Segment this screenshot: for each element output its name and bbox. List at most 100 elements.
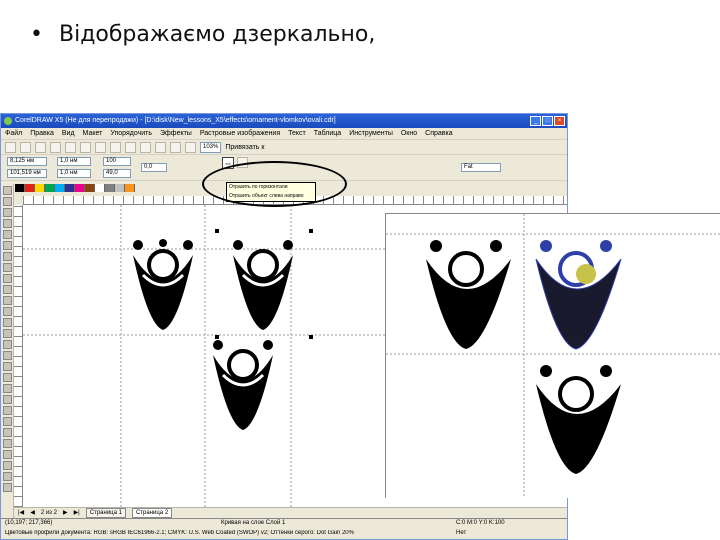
page-counter: 2 из 2 xyxy=(40,510,57,516)
menu-item-view[interactable]: Вид xyxy=(62,128,75,139)
smart-fill-icon[interactable] xyxy=(3,241,12,250)
menu-item-text[interactable]: Текст xyxy=(288,128,306,139)
new-document-icon[interactable] xyxy=(5,141,16,153)
eyedropper-tool-icon[interactable] xyxy=(3,351,12,360)
palette-swatch[interactable] xyxy=(85,184,95,192)
tab-page-1[interactable]: Страница 1 xyxy=(85,508,126,518)
page-navigator: |◀ ◀ 2 из 2 ▶ ▶| Страница 1 Страница 2 xyxy=(14,507,567,518)
x-position-field[interactable]: 8,125 нм xyxy=(7,157,47,166)
menu-item-help[interactable]: Справка xyxy=(425,128,452,139)
welcome-screen-icon[interactable] xyxy=(185,141,196,153)
scale-x-field[interactable]: 100 xyxy=(103,157,131,166)
distort-tool-icon[interactable] xyxy=(3,472,12,481)
palette-swatch[interactable] xyxy=(55,184,65,192)
freehand-tool-icon[interactable] xyxy=(3,230,12,239)
contour-tool-icon[interactable] xyxy=(3,428,12,437)
zoom-tool-icon[interactable] xyxy=(3,219,12,228)
palette-swatch[interactable] xyxy=(25,184,35,192)
dimension-tool-icon[interactable] xyxy=(3,318,12,327)
envelope-tool-icon[interactable] xyxy=(3,439,12,448)
ornament-2[interactable] xyxy=(215,229,313,339)
print-icon[interactable] xyxy=(50,141,61,153)
maximize-icon[interactable]: □ xyxy=(542,116,553,126)
width-field[interactable]: 1,0 нм xyxy=(57,157,91,166)
menu-item-tools[interactable]: Инструменты xyxy=(349,128,393,139)
menu-item-file[interactable]: Файл xyxy=(5,128,22,139)
menu-item-arrange[interactable]: Упорядочить xyxy=(110,128,152,139)
palette-swatch[interactable] xyxy=(105,184,115,192)
menu-item-table[interactable]: Таблица xyxy=(314,128,341,139)
palette-swatch[interactable] xyxy=(95,184,105,192)
next-page-icon[interactable]: ▶ xyxy=(63,508,68,518)
window-titlebar: CorelDRAW X5 (Не для перепродажи) - [D:\… xyxy=(1,114,567,128)
menu-item-layout[interactable]: Макет xyxy=(83,128,103,139)
text-tool-icon[interactable] xyxy=(3,296,12,305)
outline-tool-icon[interactable] xyxy=(3,362,12,371)
menu-item-window[interactable]: Окно xyxy=(401,128,417,139)
palette-swatch[interactable] xyxy=(65,184,75,192)
menu-bar: Файл Правка Вид Макет Упорядочить Эффект… xyxy=(1,128,567,140)
import-icon[interactable] xyxy=(140,141,151,153)
crop-tool-icon[interactable] xyxy=(3,208,12,217)
open-folder-icon[interactable] xyxy=(20,141,31,153)
last-page-icon[interactable]: ▶| xyxy=(74,508,80,518)
palette-swatch[interactable] xyxy=(75,184,85,192)
ornament-1[interactable] xyxy=(133,239,193,330)
artistic-media-icon[interactable] xyxy=(3,406,12,415)
menu-item-effects[interactable]: Эффекты xyxy=(160,128,192,139)
app-launcher-icon[interactable] xyxy=(170,141,181,153)
export-icon[interactable] xyxy=(155,141,166,153)
table-tool-icon[interactable] xyxy=(3,307,12,316)
palette-swatch[interactable] xyxy=(15,184,25,192)
vertical-ruler[interactable] xyxy=(14,205,23,507)
ornament-3[interactable] xyxy=(213,340,273,430)
window-controls: _ □ × xyxy=(530,116,565,126)
minimize-icon[interactable]: _ xyxy=(530,116,541,126)
ornament-original-right xyxy=(426,240,511,349)
copy-icon[interactable] xyxy=(80,141,91,153)
zoom-level-select[interactable]: 103% xyxy=(200,141,222,153)
interactive-fill-icon[interactable] xyxy=(3,384,12,393)
transparency-tool-icon[interactable] xyxy=(3,417,12,426)
paste-icon[interactable] xyxy=(95,141,106,153)
rotation-angle-field[interactable]: 0,0 xyxy=(141,163,167,172)
fill-tool-icon[interactable] xyxy=(3,373,12,382)
snap-to-label[interactable]: Привязать к xyxy=(225,144,264,151)
palette-swatch[interactable] xyxy=(35,184,45,192)
first-page-icon[interactable]: |◀ xyxy=(18,508,24,518)
connector-tool-icon[interactable] xyxy=(3,329,12,338)
save-icon[interactable] xyxy=(35,141,46,153)
tab-page-2[interactable]: Страница 2 xyxy=(131,508,173,518)
redo-icon[interactable] xyxy=(125,141,136,153)
slide-bullet-line: • Відображаємо дзеркально, xyxy=(30,22,375,47)
basic-shapes-icon[interactable] xyxy=(3,285,12,294)
font-select[interactable]: Fat xyxy=(461,163,501,172)
rectangle-tool-icon[interactable] xyxy=(3,252,12,261)
palette-swatch[interactable] xyxy=(45,184,55,192)
slide-bullet-text: Відображаємо дзеркально, xyxy=(58,22,376,47)
prev-page-icon[interactable]: ◀ xyxy=(30,508,35,518)
mesh-fill-icon[interactable] xyxy=(3,483,12,492)
pick-tool-icon[interactable] xyxy=(3,186,12,195)
height-field[interactable]: 1,0 нм xyxy=(57,169,91,178)
shape-tool-icon[interactable] xyxy=(3,197,12,206)
coreldraw-app-icon xyxy=(4,117,12,125)
blend-tool-icon[interactable] xyxy=(3,340,12,349)
menu-item-edit[interactable]: Правка xyxy=(30,128,54,139)
ellipse-tool-icon[interactable] xyxy=(3,263,12,272)
outline-info: Нет xyxy=(456,530,467,536)
menu-item-bitmaps[interactable]: Растровые изображения xyxy=(200,128,280,139)
toolbox xyxy=(1,184,14,524)
scale-y-field[interactable]: 49,0 xyxy=(103,169,131,178)
undo-icon[interactable] xyxy=(110,141,121,153)
extrude-tool-icon[interactable] xyxy=(3,450,12,459)
polygon-tool-icon[interactable] xyxy=(3,274,12,283)
shadow-tool-icon[interactable] xyxy=(3,461,12,470)
palette-swatch[interactable] xyxy=(115,184,125,192)
y-position-field[interactable]: 101,519 нм xyxy=(7,169,47,178)
standard-toolbar: 103% Привязать к xyxy=(1,140,567,155)
cut-icon[interactable] xyxy=(65,141,76,153)
smart-drawing-icon[interactable] xyxy=(3,395,12,404)
palette-swatch[interactable] xyxy=(125,184,135,192)
close-icon[interactable]: × xyxy=(554,116,565,126)
